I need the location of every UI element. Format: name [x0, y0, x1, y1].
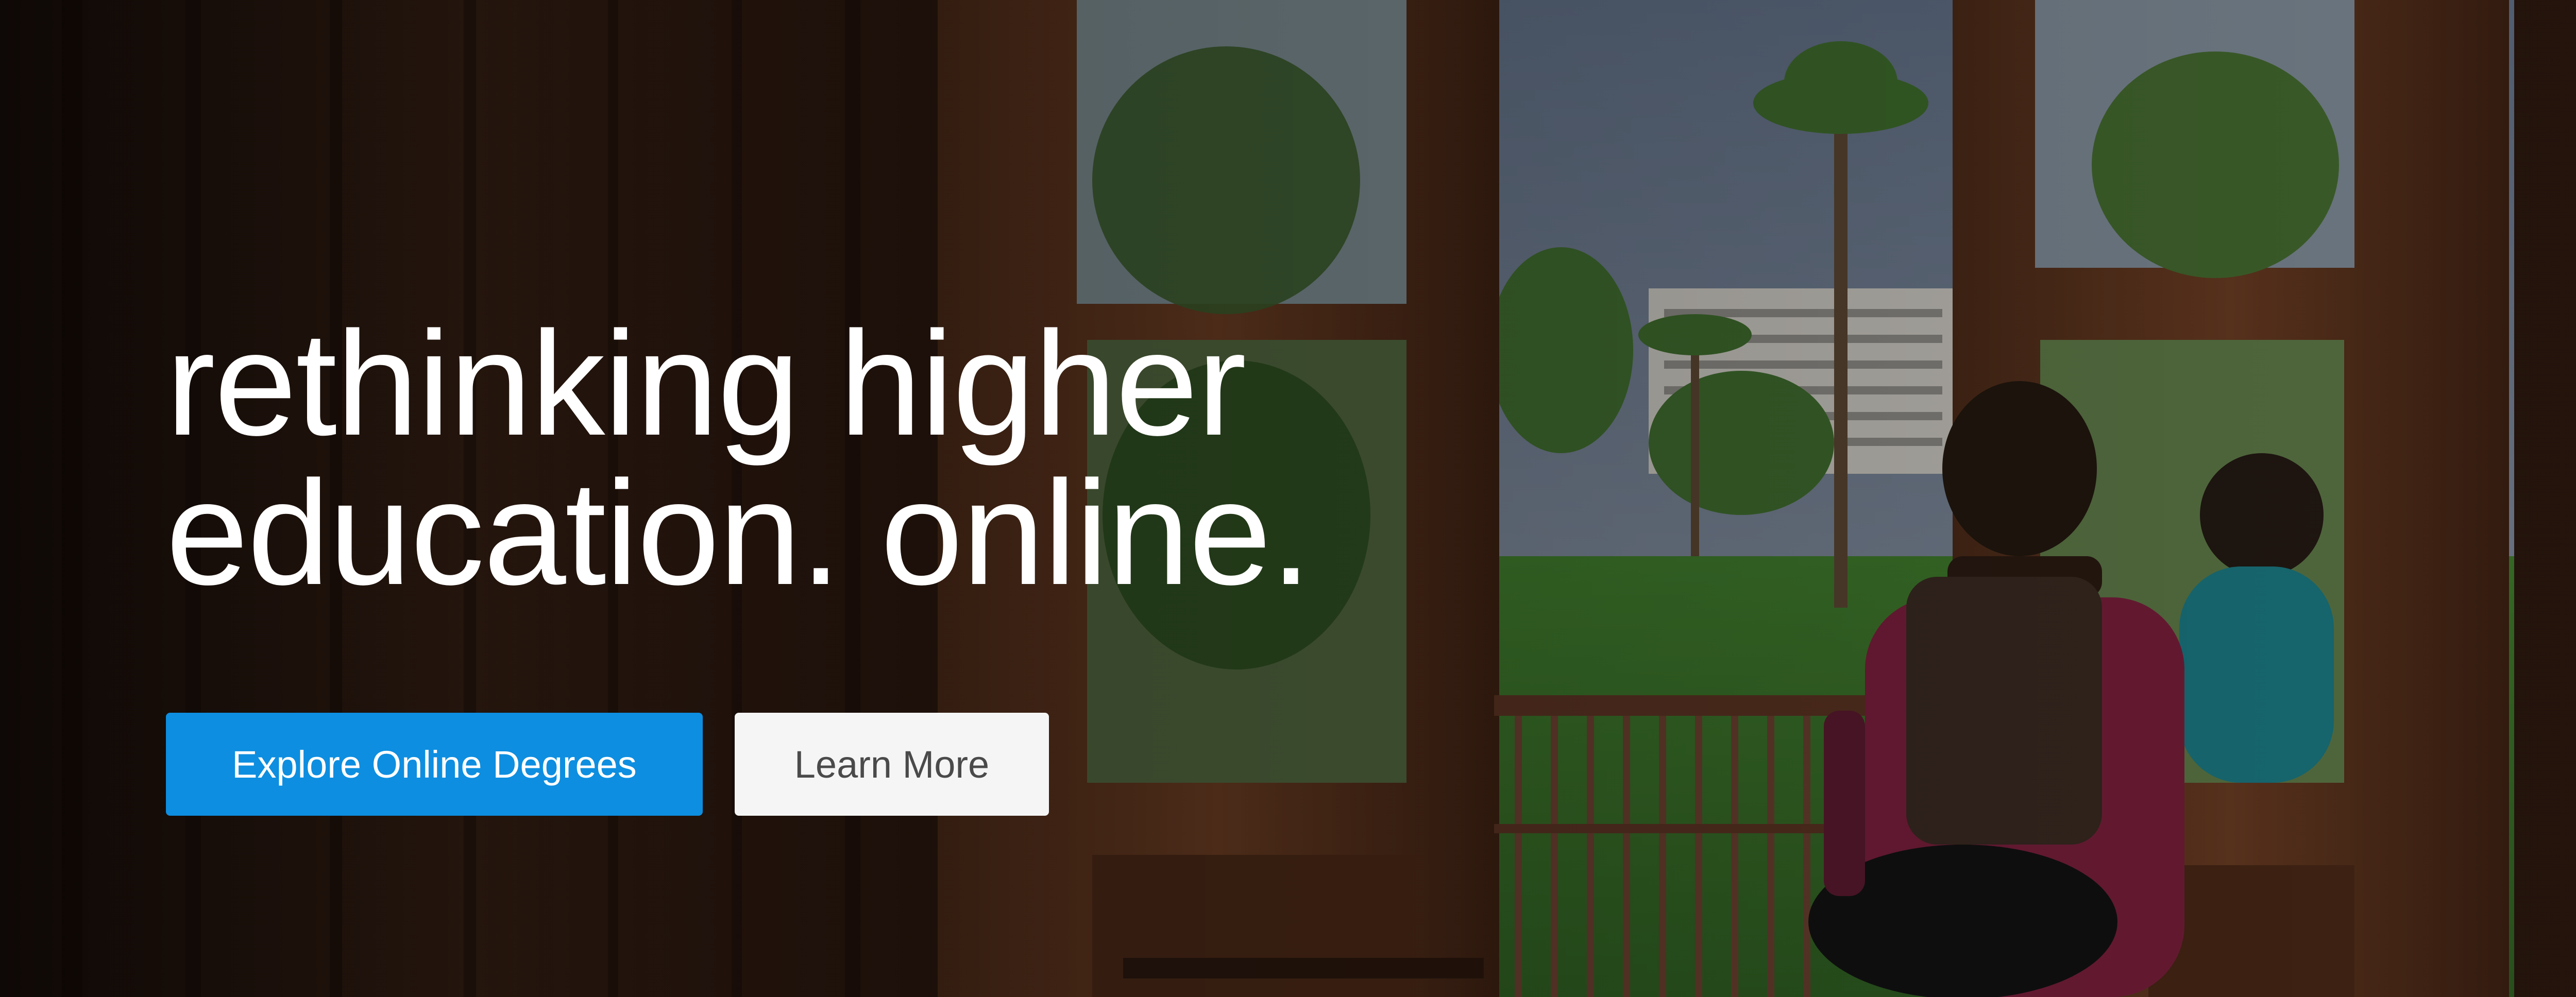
cta-button-row: Explore Online Degrees Learn More: [166, 713, 1049, 816]
hero-content: rethinking higher education. online.: [166, 309, 1505, 608]
explore-online-degrees-button[interactable]: Explore Online Degrees: [166, 713, 703, 816]
headline-line-2: education. online.: [166, 450, 1312, 616]
learn-more-button[interactable]: Learn More: [735, 713, 1049, 816]
headline-line-1: rethinking higher: [166, 301, 1246, 467]
hero-headline: rethinking higher education. online.: [166, 309, 1505, 608]
hero-banner: rethinking higher education. online. Exp…: [0, 0, 2576, 997]
